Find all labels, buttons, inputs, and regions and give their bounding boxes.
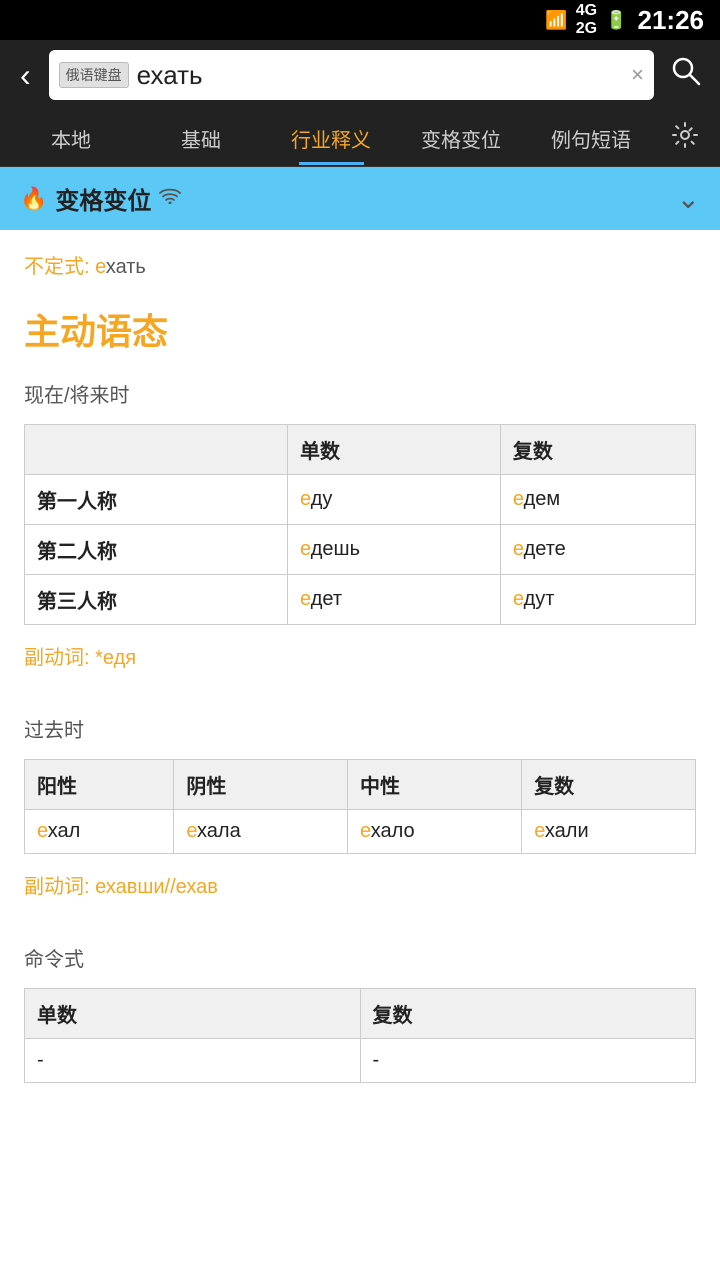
- table-row: ехал ехала ехало ехали: [25, 810, 696, 854]
- table-header-plural: 复数: [500, 425, 695, 475]
- past-header-neut: 中性: [348, 760, 522, 810]
- table-row: - -: [25, 1039, 696, 1083]
- status-icons: 📶 4G2G 🔋: [545, 2, 627, 38]
- cell-past-masc: ехал: [25, 810, 174, 854]
- cell-imp-singular: -: [25, 1039, 361, 1083]
- imp-header-singular: 单数: [25, 989, 361, 1039]
- imperative-table: 单数 复数 - -: [24, 988, 696, 1083]
- signal-icon: 4G2G: [576, 2, 597, 38]
- cell-3-plural: едут: [500, 575, 695, 625]
- cell-1-singular: еду: [288, 475, 501, 525]
- cell-past-neut: ехало: [348, 810, 522, 854]
- present-participle: 副动词: *едя: [24, 641, 696, 670]
- cell-2-singular: едешь: [288, 525, 501, 575]
- indefinite-e: е: [95, 256, 106, 278]
- past-participle: 副动词: ехавши//ехав: [24, 870, 696, 899]
- nav-tabs: 本地 基础 行业释义 变格变位 例句短语: [0, 110, 720, 167]
- indefinite-label: 不定式:: [24, 256, 90, 278]
- past-header-fem: 阴性: [174, 760, 348, 810]
- cell-3-singular: едет: [288, 575, 501, 625]
- tab-industry[interactable]: 行业释义: [266, 112, 396, 165]
- content-area: 不定式: ехать 主动语态 现在/将来时 单数 复数 第一人称 еду ед…: [0, 230, 720, 1119]
- imp-header-plural: 复数: [360, 989, 696, 1039]
- row-header-2: 第二人称: [25, 525, 288, 575]
- indefinite-line: 不定式: ехать: [24, 250, 696, 279]
- row-header-1: 第一人称: [25, 475, 288, 525]
- present-future-label: 现在/将来时: [24, 379, 696, 408]
- chevron-down-icon: ⌄: [677, 182, 700, 215]
- imperative-label: 命令式: [24, 943, 696, 972]
- indefinite-rest: хать: [106, 256, 146, 278]
- cell-past-plural: ехали: [522, 810, 696, 854]
- row-header-3: 第三人称: [25, 575, 288, 625]
- present-future-table: 单数 复数 第一人称 еду едем 第二人称 едешь едете 第三人…: [24, 424, 696, 625]
- section-banner[interactable]: 🔥 变格变位 ⌄: [0, 167, 720, 230]
- table-header-empty: [25, 425, 288, 475]
- past-participle-label: 副动词:: [24, 876, 95, 898]
- search-button[interactable]: [662, 51, 710, 99]
- search-input[interactable]: [137, 60, 623, 91]
- banner-title: 🔥 变格变位: [20, 181, 181, 216]
- past-header-plural: 复数: [522, 760, 696, 810]
- search-input-wrap: 俄语键盘 ×: [49, 50, 654, 100]
- past-header-masc: 阳性: [25, 760, 174, 810]
- wifi-icon: 📶: [545, 10, 567, 31]
- past-tense-table: 阳性 阴性 中性 复数 ехал ехала ехало ехали: [24, 759, 696, 854]
- search-bar: ‹ 俄语键盘 ×: [0, 40, 720, 110]
- clear-button[interactable]: ×: [631, 62, 644, 88]
- fire-icon: 🔥: [20, 186, 47, 212]
- tab-conjugation[interactable]: 变格变位: [396, 112, 526, 165]
- status-bar: 📶 4G2G 🔋 21:26: [0, 0, 720, 40]
- main-content: 🔥 变格变位 ⌄ 不定式: ехать 主动语态 现在/将来时: [0, 167, 720, 1119]
- cell-1-plural: едем: [500, 475, 695, 525]
- battery-icon: 🔋: [605, 10, 627, 31]
- past-tense-label: 过去时: [24, 714, 696, 743]
- settings-button[interactable]: [656, 110, 714, 166]
- wifi-signal-icon: [159, 188, 181, 209]
- table-header-singular: 单数: [288, 425, 501, 475]
- voice-title: 主动语态: [24, 303, 696, 355]
- table-row: 第一人称 еду едем: [25, 475, 696, 525]
- keyboard-badge: 俄语键盘: [59, 62, 129, 88]
- status-time: 21:26: [638, 5, 705, 36]
- cell-2-plural: едете: [500, 525, 695, 575]
- tab-example[interactable]: 例句短语: [526, 112, 656, 165]
- tab-local[interactable]: 本地: [6, 112, 136, 165]
- table-row: 第三人称 едет едут: [25, 575, 696, 625]
- participle-label: 副动词:: [24, 647, 95, 669]
- tab-basic[interactable]: 基础: [136, 112, 266, 165]
- table-row: 第二人称 едешь едете: [25, 525, 696, 575]
- cell-imp-plural: -: [360, 1039, 696, 1083]
- cell-past-fem: ехала: [174, 810, 348, 854]
- back-button[interactable]: ‹: [10, 53, 41, 98]
